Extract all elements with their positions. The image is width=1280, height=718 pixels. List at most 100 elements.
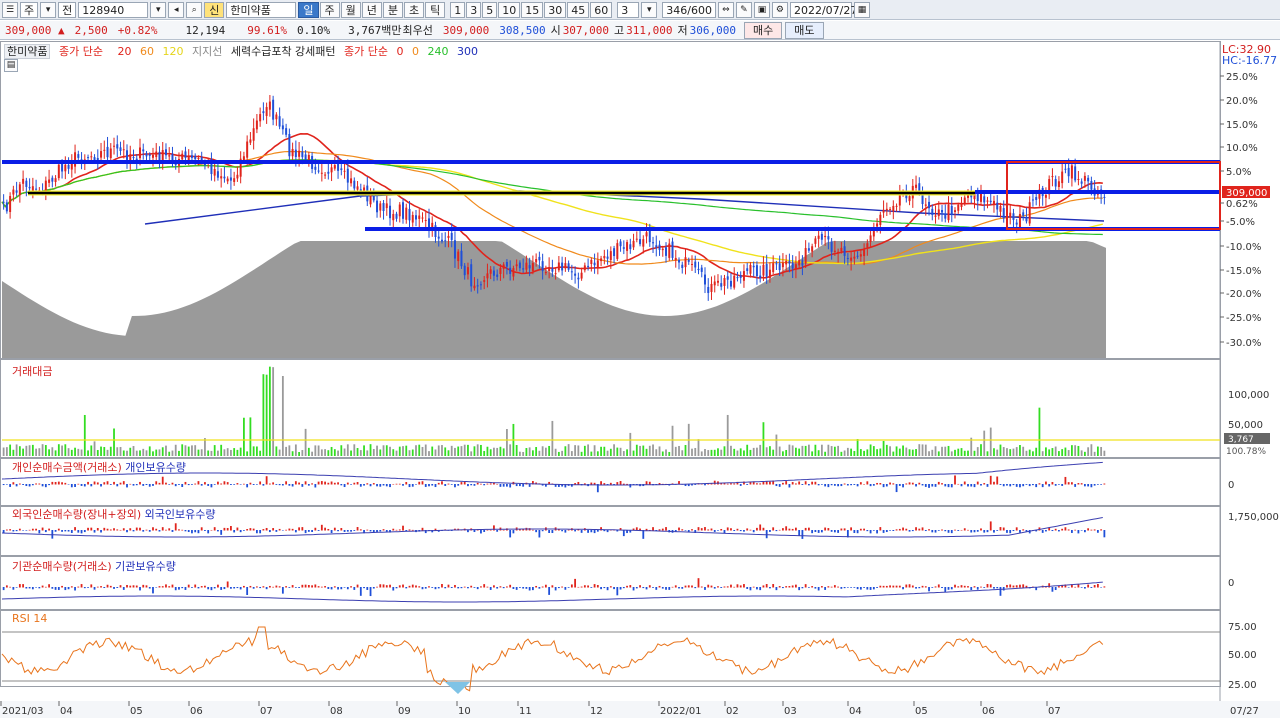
date-input[interactable]: 2022/07/27: [789, 1, 857, 18]
foreign-bar: [327, 528, 330, 531]
period-button-6[interactable]: 틱: [425, 1, 446, 18]
sell-button[interactable]: 매도: [785, 21, 824, 39]
period-button-2[interactable]: 월: [340, 1, 361, 18]
menu-icon[interactable]: ☰: [2, 1, 18, 18]
stock-chart[interactable]: 25.0%20.0%15.0%10.0%5.0%0.62%-5.0%-10.0%…: [0, 41, 1280, 718]
candle-body: [603, 256, 606, 259]
candle-body: [947, 204, 950, 221]
individual-bar: [61, 482, 63, 485]
volume-bar: [496, 447, 499, 456]
save-icon[interactable]: ▣: [753, 1, 770, 18]
institution-bar: [12, 587, 15, 590]
individual-bar: [765, 481, 768, 485]
search-icon[interactable]: ⌕: [186, 1, 203, 18]
volume-bar: [1064, 447, 1067, 456]
interval-button-5[interactable]: 5: [482, 1, 498, 18]
interval-button-3[interactable]: 3: [466, 1, 482, 18]
foreign-bar: [720, 528, 723, 531]
foreign-bar: [369, 530, 372, 532]
individual-bar: [528, 484, 531, 487]
institution-bar: [879, 585, 882, 588]
period-button-0[interactable]: 일: [298, 1, 319, 18]
individual-bar: [135, 484, 138, 486]
foreign-bar: [155, 528, 158, 531]
dropdown-icon[interactable]: ▾: [40, 1, 57, 18]
foreign-bar: [996, 530, 999, 531]
institution-bar: [603, 587, 606, 589]
legend-mb2: 0: [412, 45, 420, 58]
sound-icon[interactable]: ◂: [168, 1, 185, 18]
grid-toggle-icon[interactable]: ▤: [4, 59, 18, 72]
interval-button-1[interactable]: 1: [450, 1, 466, 18]
foreign-bar: [165, 529, 167, 531]
foreign-bar: [811, 530, 814, 534]
stock-code-input[interactable]: 128940: [78, 1, 149, 18]
institution-bar: [1093, 585, 1096, 588]
individual-bar: [288, 484, 291, 486]
individual-bar: [603, 483, 606, 485]
volume-bar: [538, 450, 541, 456]
institution-bar: [606, 587, 609, 591]
volume-bar: [1087, 447, 1090, 456]
institution-bar: [898, 585, 901, 588]
individual-bar: [460, 482, 463, 485]
candle-body: [954, 210, 957, 212]
foreign-bar: [931, 530, 934, 533]
candle-body: [216, 171, 219, 178]
institution-bar: [64, 587, 67, 591]
foreign-bar: [775, 530, 778, 532]
candle-body: [642, 239, 645, 247]
scope-select[interactable]: 전: [58, 1, 77, 18]
candle-body: [187, 156, 190, 161]
individual-bar: [746, 484, 749, 485]
institution-bar: [22, 584, 25, 588]
foreign-bar: [158, 530, 161, 532]
volume-bar: [710, 449, 713, 456]
interval-button-15[interactable]: 15: [521, 1, 544, 18]
foreign-bar: [70, 530, 73, 533]
gear-icon[interactable]: ⚙: [771, 1, 788, 18]
institution-bar: [243, 585, 245, 588]
zoom-icon[interactable]: ⇔: [717, 1, 734, 18]
period-select[interactable]: 주: [20, 1, 39, 18]
volume-axis-tick: 100,000: [1228, 390, 1269, 401]
interval-button-60[interactable]: 60: [590, 1, 613, 18]
volume-bar: [567, 444, 570, 456]
tool-icon[interactable]: ✎: [735, 1, 752, 18]
individual-bar: [109, 484, 112, 485]
interval-button-30[interactable]: 30: [544, 1, 567, 18]
legend-pattern: 세력수급포착 강세패턴: [230, 45, 336, 58]
buy-button[interactable]: 매수: [744, 21, 783, 39]
candle-body: [272, 99, 275, 120]
candle-body: [385, 203, 388, 209]
interval-button-45[interactable]: 45: [567, 1, 590, 18]
institution-bar: [528, 587, 531, 591]
period-button-3[interactable]: 년: [361, 1, 382, 18]
code-dropdown-icon[interactable]: ▾: [150, 1, 167, 18]
foreign-bar: [272, 528, 275, 531]
interval-input[interactable]: 3: [617, 1, 640, 18]
turnover-pct: 0.10%: [296, 23, 331, 37]
period-button-5[interactable]: 초: [404, 1, 425, 18]
foreign-bar: [1054, 528, 1057, 531]
candle-body: [252, 128, 255, 141]
individual-bar: [9, 484, 12, 487]
institution-bar: [262, 586, 265, 588]
interval-button-10[interactable]: 10: [498, 1, 521, 18]
candle-body: [2, 201, 5, 203]
foreign-bar: [161, 527, 164, 531]
volume-bar: [330, 446, 333, 456]
candle-body: [979, 193, 982, 202]
period-button-4[interactable]: 분: [382, 1, 403, 18]
stock-name[interactable]: 한미약품: [226, 1, 297, 18]
individual-bar: [67, 484, 70, 485]
candle-body: [1067, 167, 1070, 177]
period-button-1[interactable]: 주: [319, 1, 340, 18]
candle-body: [661, 248, 664, 251]
foreign-bar: [603, 530, 606, 532]
candle-body: [892, 205, 895, 212]
calendar-icon[interactable]: ▦: [853, 1, 870, 18]
interval-dropdown-icon[interactable]: ▾: [641, 1, 658, 18]
individual-bar: [1051, 482, 1054, 485]
individual-bar: [96, 482, 99, 485]
